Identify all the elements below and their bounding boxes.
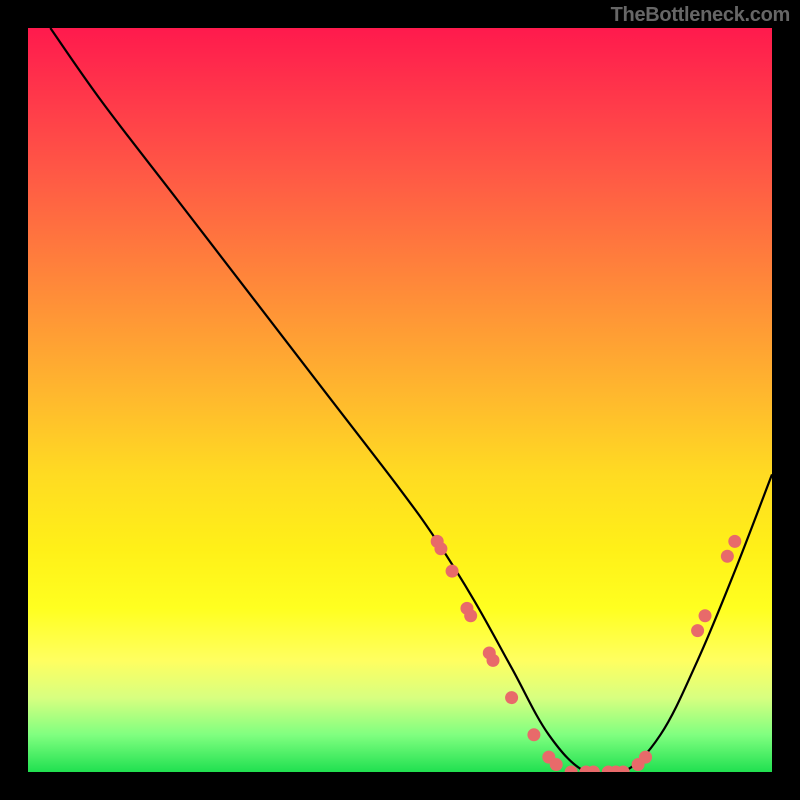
data-points-group — [431, 535, 742, 772]
data-point — [728, 535, 741, 548]
chart-svg — [28, 28, 772, 772]
data-point — [699, 609, 712, 622]
data-point — [721, 550, 734, 563]
data-point — [639, 751, 652, 764]
bottleneck-curve — [50, 28, 772, 772]
data-point — [691, 624, 704, 637]
data-point — [446, 565, 459, 578]
plot-area — [28, 28, 772, 772]
data-point — [505, 691, 518, 704]
data-point — [434, 542, 447, 555]
data-point — [464, 609, 477, 622]
watermark-text: TheBottleneck.com — [611, 4, 790, 27]
data-point — [527, 728, 540, 741]
data-point — [487, 654, 500, 667]
chart-frame: TheBottleneck.com — [0, 0, 800, 800]
data-point — [550, 758, 563, 771]
